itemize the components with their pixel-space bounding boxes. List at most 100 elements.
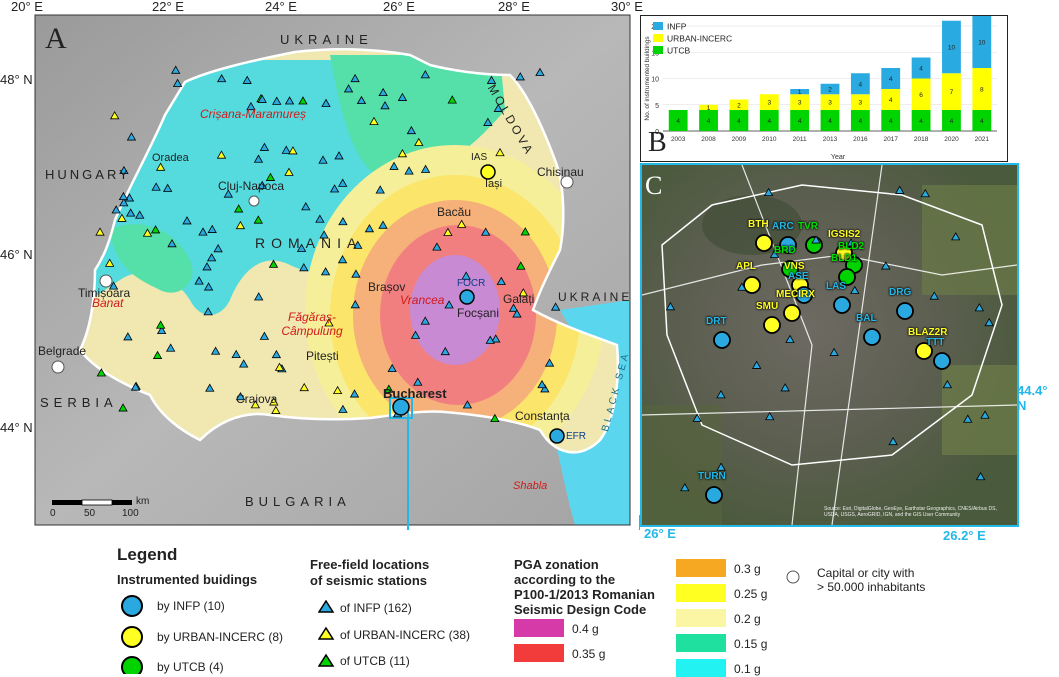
bar-value-label: 3 bbox=[859, 100, 863, 107]
urban-triangle-icon bbox=[318, 626, 335, 640]
building-marker-bal[interactable] bbox=[863, 328, 881, 346]
bar-value-label: 3 bbox=[798, 100, 802, 107]
utcb-triangle-icon bbox=[318, 653, 335, 667]
bar-value-label: 8 bbox=[980, 87, 984, 94]
pga-label: 0.15 g bbox=[734, 637, 768, 651]
x-axis-label: Year bbox=[831, 154, 846, 161]
pga-label: 0.3 g bbox=[734, 562, 761, 576]
building-marker-smu[interactable] bbox=[763, 316, 781, 334]
legend-freefield-title-2: of seismic stations bbox=[310, 573, 428, 588]
bar-value-label: 4 bbox=[919, 118, 923, 125]
bar-value-label: 4 bbox=[859, 118, 863, 125]
bar-value-label: 3 bbox=[767, 100, 771, 107]
legend-pga-title-3: P100-1/2013 Romanian bbox=[514, 587, 655, 602]
legend-city-note-2: > 50.000 inhabitants bbox=[817, 580, 926, 594]
building-marker-focr bbox=[459, 289, 475, 305]
pga-label: 0.25 g bbox=[734, 587, 768, 601]
pga-swatch bbox=[676, 634, 726, 652]
building-code-label: BLD1 bbox=[831, 253, 858, 264]
urban-building-icon bbox=[121, 626, 143, 648]
legend-building-icons bbox=[121, 595, 143, 674]
panel-c-label: C bbox=[645, 171, 663, 200]
bar-value-label: 4 bbox=[859, 81, 863, 88]
bar-value-label: 4 bbox=[707, 118, 711, 125]
building-code-label: IGSIS2 bbox=[828, 229, 861, 240]
bar-value-label: 4 bbox=[889, 118, 893, 125]
imagery-attribution: Source: Esri, DigitalGlobe, GeoEye, Eart… bbox=[824, 506, 997, 518]
building-marker-drg[interactable] bbox=[896, 302, 914, 320]
legend-city-note-1: Capital or city with bbox=[817, 566, 915, 580]
pga-label: 0.1 g bbox=[734, 662, 761, 676]
bar-value-label: 1 bbox=[707, 105, 711, 112]
building-code-label: MECIRX bbox=[776, 289, 815, 300]
bar-value-label: 4 bbox=[828, 118, 832, 125]
legend-entry: INFP bbox=[667, 22, 687, 32]
legend-building-urban: by URBAN-INCERC (8) bbox=[157, 630, 284, 644]
y-axis-label: No. of instrumented buildings bbox=[644, 36, 651, 121]
x-tick-label: 2010 bbox=[762, 136, 777, 143]
bar-value-label: 2 bbox=[737, 102, 741, 109]
coord-26e: 26° E bbox=[644, 526, 676, 541]
x-tick-label: 2018 bbox=[914, 136, 929, 143]
building-code-label: BLD2 bbox=[838, 241, 865, 252]
x-tick-label: 2013 bbox=[823, 136, 838, 143]
building-marker-efr bbox=[549, 428, 565, 444]
map-panel-c bbox=[640, 163, 1019, 527]
legend-pga-title-2: according to the bbox=[514, 572, 616, 587]
building-marker-ias bbox=[480, 164, 496, 180]
building-marker-mecirx[interactable] bbox=[783, 304, 801, 322]
y-tick-label: 5 bbox=[655, 103, 659, 110]
legend-freefield-urban: of URBAN-INCERC (38) bbox=[340, 628, 471, 642]
coord-44-4n: 44.4° N bbox=[1017, 383, 1048, 413]
legend-title: Legend bbox=[117, 545, 178, 564]
city-marker-belgrade bbox=[51, 360, 65, 374]
legend-triangle-icons bbox=[318, 600, 335, 667]
building-marker-bucharest bbox=[392, 398, 410, 416]
legend-entry: UTCB bbox=[667, 46, 690, 56]
chart-panel-b: 05101520No. of instrumented buildingsYea… bbox=[640, 15, 1008, 162]
legend-city-icon bbox=[786, 570, 800, 584]
legend-building-utcb: by UTCB (4) bbox=[157, 660, 224, 674]
building-code-label: DRT bbox=[706, 316, 727, 327]
building-code-label: TURN bbox=[698, 471, 726, 482]
bar-value-label: 1 bbox=[798, 89, 802, 96]
building-code-label: BRD bbox=[774, 245, 796, 256]
legend-pga-title-4: Seismic Design Code bbox=[514, 602, 647, 617]
bar-value-label: 4 bbox=[798, 118, 802, 125]
building-marker-las[interactable] bbox=[833, 296, 851, 314]
bar-value-label: 2 bbox=[828, 87, 832, 94]
bar-value-label: 4 bbox=[980, 118, 984, 125]
y-tick-label: 10 bbox=[651, 77, 659, 84]
building-marker-bth[interactable] bbox=[755, 234, 773, 252]
pga-label: 0.2 g bbox=[734, 612, 761, 626]
building-marker-turn[interactable] bbox=[705, 486, 723, 504]
pga-swatch bbox=[676, 559, 726, 577]
coord-26-2e: 26.2° E bbox=[943, 528, 986, 543]
building-marker-ttt[interactable] bbox=[933, 352, 951, 370]
bar-value-label: 3 bbox=[828, 100, 832, 107]
building-code-label: TTT bbox=[926, 337, 945, 348]
building-marker-drt[interactable] bbox=[713, 331, 731, 349]
pga-swatch bbox=[514, 644, 564, 662]
utcb-building-icon bbox=[121, 656, 143, 674]
legend-entry: URBAN-INCERC bbox=[667, 34, 732, 44]
x-tick-label: 2009 bbox=[732, 136, 747, 143]
bar-value-label: 10 bbox=[948, 45, 956, 52]
legend-swatch bbox=[653, 46, 663, 54]
building-code-label: DRG bbox=[889, 287, 912, 298]
panel-b-label: B bbox=[648, 127, 667, 158]
building-code-label: ASE bbox=[788, 271, 809, 282]
bar-value-label: 4 bbox=[889, 97, 893, 104]
building-code-label: BAL bbox=[856, 313, 877, 324]
building-code-label: TVR bbox=[798, 221, 818, 232]
pga-swatch bbox=[676, 659, 726, 677]
pga-swatch bbox=[676, 584, 726, 602]
x-tick-label: 2003 bbox=[671, 136, 686, 143]
pga-label: 0.4 g bbox=[572, 622, 599, 636]
bar-value-label: 6 bbox=[919, 92, 923, 99]
x-tick-label: 2008 bbox=[701, 136, 716, 143]
city-marker-timisoara bbox=[99, 274, 113, 288]
pga-swatch bbox=[514, 619, 564, 637]
bar-value-label: 4 bbox=[767, 118, 771, 125]
bar-value-label: 4 bbox=[676, 118, 680, 125]
